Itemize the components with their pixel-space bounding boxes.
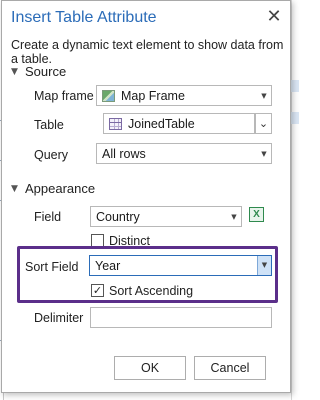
query-value: All rows <box>102 146 146 161</box>
appearance-section-header[interactable]: ▼ Appearance <box>11 181 95 196</box>
dialog-description: Create a dynamic text element to show da… <box>11 38 284 66</box>
map-frame-label: Map frame <box>34 89 94 103</box>
appearance-header-label: Appearance <box>25 181 96 196</box>
map-frame-icon <box>102 89 115 102</box>
table-dropdown[interactable]: JoinedTable <box>103 113 255 134</box>
chevron-down-icon: ▼ <box>11 66 18 77</box>
dropdown-arrow-icon: ▼ <box>231 212 237 221</box>
table-dropdown-arrow-button[interactable]: ⌄ <box>255 113 272 134</box>
source-section-header[interactable]: ▼ Source <box>11 64 66 79</box>
table-icon <box>109 117 122 130</box>
dialog-title: Insert Table Attribute <box>11 9 157 26</box>
source-header-label: Source <box>25 64 67 79</box>
field-value: Country <box>96 209 140 224</box>
insert-table-attribute-dialog: Insert Table Attribute ✕ Create a dynami… <box>1 0 291 393</box>
delimiter-label: Delimiter <box>34 311 84 325</box>
background-table-strip <box>291 112 299 124</box>
field-label: Field <box>34 210 62 224</box>
delimiter-input[interactable] <box>90 307 272 328</box>
close-icon[interactable]: ✕ <box>264 7 284 27</box>
sort-ascending-label: Sort Ascending <box>109 284 194 298</box>
cancel-button[interactable]: Cancel <box>194 356 266 380</box>
dropdown-arrow-icon: ▼ <box>261 91 267 100</box>
sort-ascending-checkbox[interactable]: ✓ <box>91 284 104 297</box>
map-frame-dropdown[interactable]: Map Frame ▼ <box>96 85 272 106</box>
table-value: JoinedTable <box>128 116 195 131</box>
map-frame-value: Map Frame <box>121 88 185 103</box>
background-right-edge <box>291 0 299 400</box>
dropdown-arrow-icon: ▼ <box>261 149 267 158</box>
field-calculator-icon[interactable]: X <box>249 207 264 222</box>
ok-button[interactable]: OK <box>114 356 186 380</box>
table-label: Table <box>34 118 64 132</box>
dropdown-arrow-icon: ▼ <box>257 256 271 275</box>
field-dropdown[interactable]: Country ▼ <box>90 206 242 227</box>
background-table-strip <box>291 80 299 92</box>
query-dropdown[interactable]: All rows ▼ <box>96 143 272 164</box>
sort-field-value: Year <box>95 258 121 273</box>
sort-field-dropdown[interactable]: Year ▼ <box>89 255 272 276</box>
query-label: Query <box>34 148 69 162</box>
sort-field-label: Sort Field <box>25 260 79 274</box>
chevron-down-icon: ▼ <box>11 183 18 194</box>
